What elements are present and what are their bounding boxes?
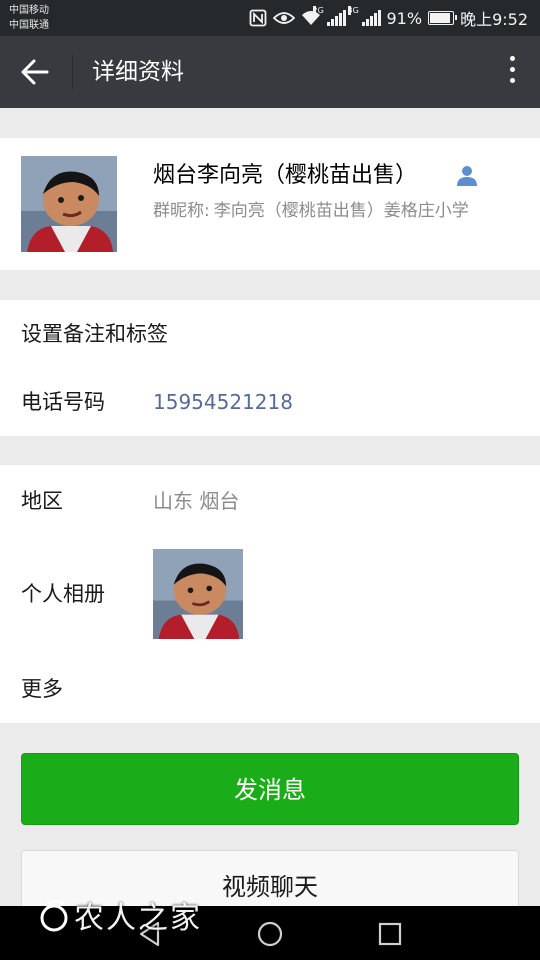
watermark-label: 农人之家 xyxy=(74,901,202,936)
more-button[interactable] xyxy=(508,56,516,88)
phone-row: 电话号码 15954521218 xyxy=(0,368,540,436)
status-bar: 中国移动 中国联通 2G 3G 91% 晚上9:52 xyxy=(0,0,540,36)
nfc-icon xyxy=(249,9,266,27)
carrier-info: 中国移动 中国联通 xyxy=(9,3,49,33)
avatar[interactable] xyxy=(21,156,117,252)
carrier-2: 中国联通 xyxy=(9,20,49,31)
profile-card: 烟台李向亮（樱桃苗出售） 群昵称: 李向亮（樱桃苗出售）姜格庄小学 xyxy=(0,138,540,270)
more-row[interactable]: 更多 xyxy=(0,655,540,723)
signal-2-icon: 3G xyxy=(347,6,381,26)
remark-label: 设置备注和标签 xyxy=(21,322,168,346)
nav-recent-button[interactable] xyxy=(376,920,404,948)
circle-home-icon xyxy=(257,921,283,947)
album-photo[interactable] xyxy=(153,549,243,639)
status-icons: 2G 3G 91% 晚上9:52 xyxy=(249,6,528,30)
send-message-button[interactable]: 发消息 xyxy=(21,753,519,825)
eye-comfort-icon xyxy=(272,12,295,24)
battery-percent: 91% xyxy=(386,8,423,28)
region-value: 山东 烟台 xyxy=(153,489,240,513)
album-row[interactable]: 个人相册 xyxy=(0,541,540,649)
phone-number-link[interactable]: 15954521218 xyxy=(153,387,293,417)
square-recent-icon xyxy=(378,922,402,946)
region-label: 地区 xyxy=(21,489,63,513)
clock: 晚上9:52 xyxy=(460,10,528,29)
battery-icon xyxy=(428,11,458,25)
title-bar: 详细资料 xyxy=(0,36,540,108)
watermark-text: 农人之家 xyxy=(30,893,202,937)
signal-2-type: 3G xyxy=(347,6,359,15)
contact-person-icon xyxy=(457,166,477,186)
signal-1-type: 2G xyxy=(312,6,324,15)
album-label: 个人相册 xyxy=(21,582,105,606)
group-nickname-value: 李向亮（樱桃苗出售）姜格庄小学 xyxy=(213,201,469,221)
signal-1-icon: 2G xyxy=(312,6,346,26)
group-nickname-label: 群昵称: xyxy=(153,201,210,221)
avatar-photo-icon xyxy=(21,156,117,252)
phone-label: 电话号码 xyxy=(21,390,105,414)
nav-home-button[interactable] xyxy=(256,920,284,948)
battery-fill xyxy=(430,13,450,23)
contact-badge xyxy=(455,165,479,187)
back-button[interactable] xyxy=(20,58,52,86)
carrier-1: 中国移动 xyxy=(9,5,49,16)
more-label: 更多 xyxy=(21,677,63,701)
remark-row[interactable]: 设置备注和标签 xyxy=(0,300,540,368)
contact-name: 烟台李向亮（樱桃苗出售） xyxy=(153,163,418,188)
back-arrow-icon xyxy=(21,59,49,85)
album-photo-thumbnail-icon xyxy=(153,549,243,639)
group-nickname: 群昵称: 李向亮（樱桃苗出售）姜格庄小学 xyxy=(153,198,469,224)
region-row: 地区 山东 烟台 xyxy=(0,465,540,533)
info-group-1: 设置备注和标签 电话号码 15954521218 xyxy=(0,300,540,436)
more-vertical-icon xyxy=(508,56,516,83)
title-divider xyxy=(72,54,73,90)
page-title: 详细资料 xyxy=(92,59,184,85)
info-group-2: 地区 山东 烟台 个人相册 更多 xyxy=(0,465,540,723)
